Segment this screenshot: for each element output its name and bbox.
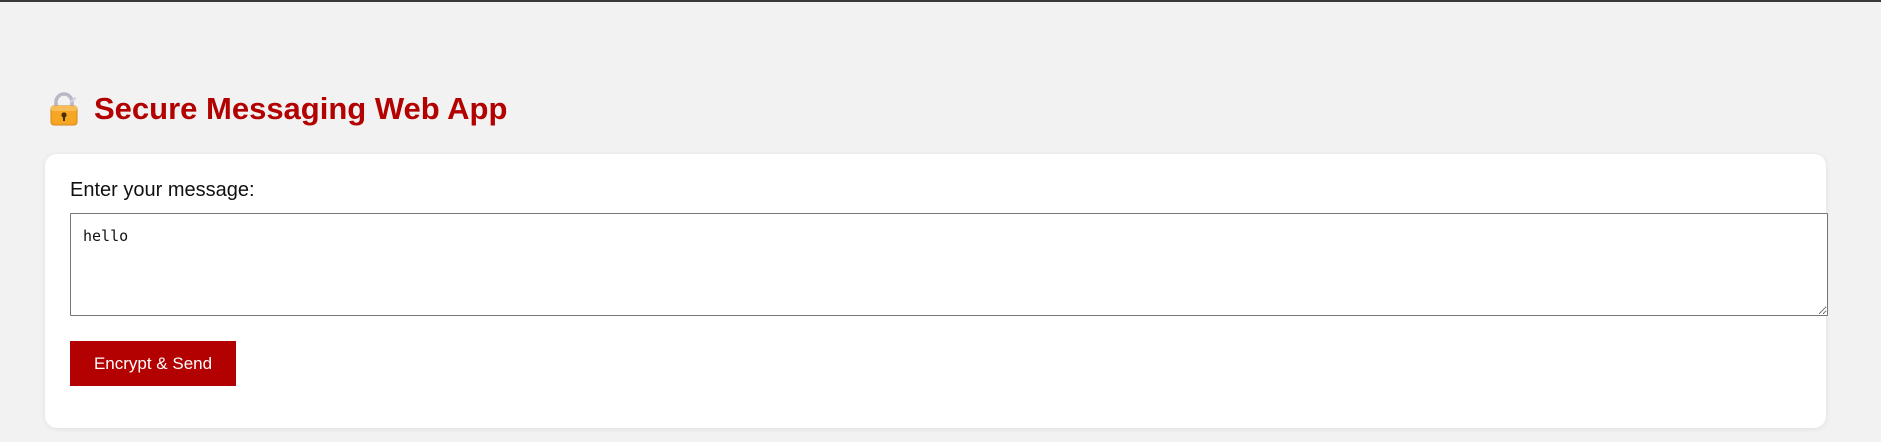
encrypt-send-button[interactable]: Encrypt & Send [70,341,236,386]
message-label: Enter your message: [70,179,255,201]
page-header: Secure Messaging Web App [48,90,507,128]
message-card: Enter your message: hello Encrypt & Send [45,154,1828,428]
lock-icon [48,92,80,126]
page-title: Secure Messaging Web App [94,91,508,126]
message-input[interactable]: hello [70,213,1828,316]
